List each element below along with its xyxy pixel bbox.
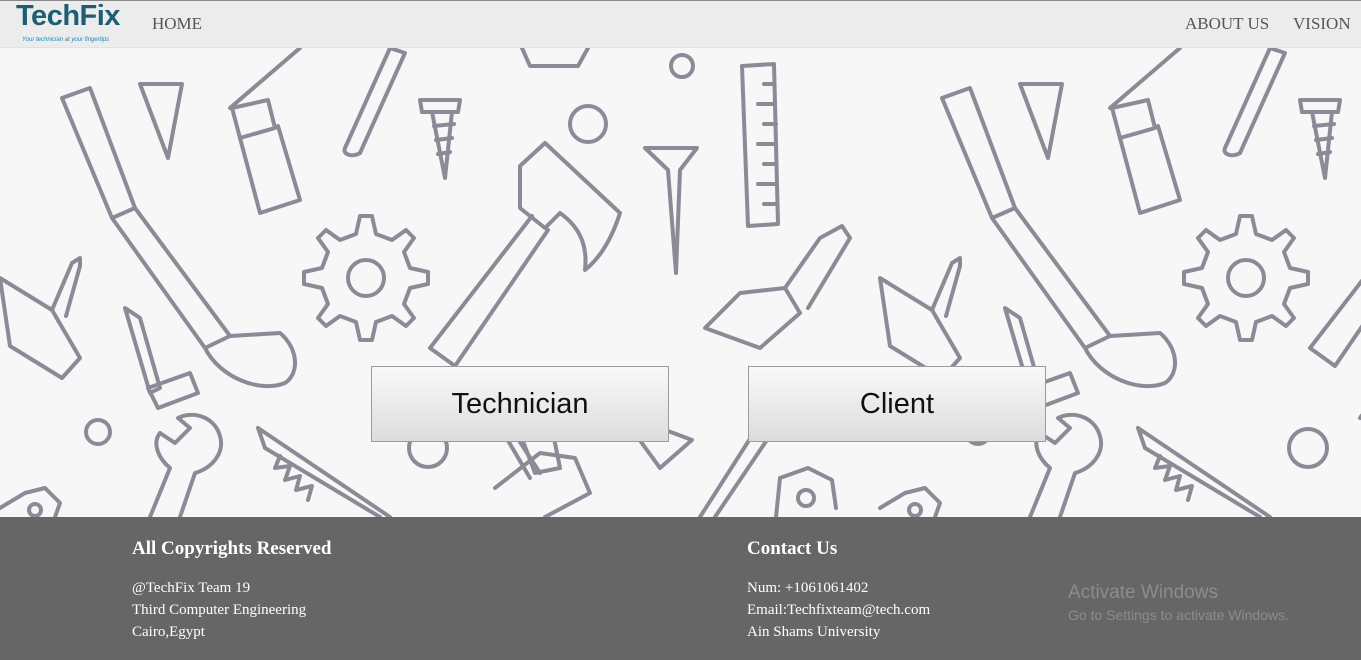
footer-team-line: @TechFix Team 19: [132, 580, 251, 596]
footer-location-line: Cairo,Egypt: [132, 624, 205, 640]
tools-pattern-background: [0, 48, 1361, 517]
footer-email-line: Email:Techfixteam@tech.com: [747, 602, 931, 618]
logo-tagline: Your technician at your fingertips: [22, 37, 110, 43]
footer-copyright-heading: All Copyrights Reserved: [132, 538, 332, 559]
footer: All Copyrights Reserved @TechFix Team 19…: [0, 517, 1361, 660]
client-button[interactable]: Client: [748, 366, 1046, 442]
nav-home-link[interactable]: HOME: [152, 14, 202, 34]
footer-contact-heading: Contact Us: [747, 538, 838, 559]
footer-phone-line: Num: +1061061402: [747, 580, 869, 596]
footer-department-line: Third Computer Engineering: [132, 602, 307, 618]
activate-windows-title: Activate Windows: [1068, 582, 1218, 603]
techfix-logo[interactable]: TechFix Your technician at your fingerti…: [14, 0, 124, 46]
activate-windows-subtitle: Go to Settings to activate Windows.: [1068, 607, 1289, 623]
technician-button[interactable]: Technician: [371, 366, 669, 442]
nav-vision-link[interactable]: VISION: [1293, 14, 1351, 34]
navbar: TechFix Your technician at your fingerti…: [0, 0, 1361, 48]
logo-title: TechFix: [16, 0, 120, 32]
footer-university-line: Ain Shams University: [747, 624, 881, 640]
hero-section: Technician Client: [0, 48, 1361, 517]
nav-about-link[interactable]: ABOUT US: [1185, 14, 1269, 34]
